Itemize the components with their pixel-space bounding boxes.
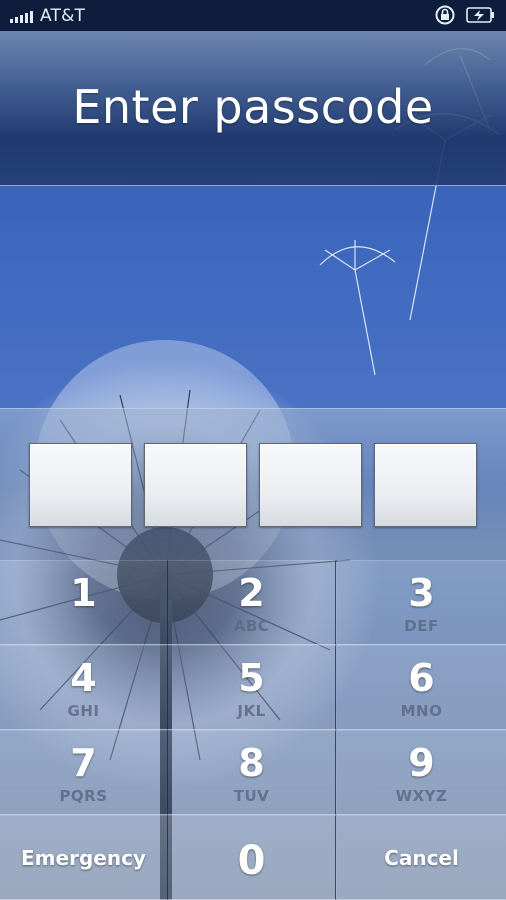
key-letters: GHI <box>67 702 100 720</box>
battery-charging-icon <box>466 6 496 28</box>
passcode-digit-4 <box>374 443 477 527</box>
emergency-button[interactable]: Emergency <box>0 815 168 900</box>
key-digit: 7 <box>70 741 97 785</box>
key-9[interactable]: 9 WXYZ <box>337 730 506 815</box>
page-title: Enter passcode <box>72 80 434 134</box>
key-digit: 8 <box>238 741 265 785</box>
key-digit: 1 <box>70 571 97 615</box>
key-8[interactable]: 8 TUV <box>168 730 336 815</box>
cancel-button[interactable]: Cancel <box>337 815 506 900</box>
key-letters: TUV <box>233 787 270 805</box>
key-digit: 3 <box>408 571 435 615</box>
key-letters: MNO <box>400 702 443 720</box>
key-digit: 6 <box>408 656 435 700</box>
key-3[interactable]: 3 DEF <box>337 560 506 645</box>
key-digit: 4 <box>70 656 97 700</box>
key-1[interactable]: 1 <box>0 560 168 645</box>
status-bar: AT&T <box>0 0 506 31</box>
key-5[interactable]: 5 JKL <box>168 645 336 730</box>
key-0[interactable]: 0 <box>168 815 336 900</box>
key-4[interactable]: 4 GHI <box>0 645 168 730</box>
key-2[interactable]: 2 ABC <box>168 560 336 645</box>
cancel-label: Cancel <box>384 846 459 870</box>
key-letters: PQRS <box>59 787 108 805</box>
key-letters: ABC <box>233 617 270 635</box>
key-digit: 9 <box>408 741 435 785</box>
key-letters: WXYZ <box>395 787 448 805</box>
key-digit: 2 <box>238 571 265 615</box>
keypad: 1 2 ABC 3 DEF 4 GHI 5 JKL 6 MNO 7 PQRS 8… <box>0 560 506 900</box>
carrier-name: AT&T <box>40 5 86 26</box>
signal-icon <box>10 9 33 23</box>
passcode-digit-3 <box>259 443 362 527</box>
passcode-digit-1 <box>29 443 132 527</box>
emergency-label: Emergency <box>21 846 146 870</box>
key-letters: JKL <box>237 702 266 720</box>
key-7[interactable]: 7 PQRS <box>0 730 168 815</box>
key-digit: 5 <box>238 656 265 700</box>
rotation-lock-icon <box>434 4 456 30</box>
key-letters: DEF <box>404 617 439 635</box>
key-6[interactable]: 6 MNO <box>337 645 506 730</box>
passcode-digit-2 <box>144 443 247 527</box>
key-digit: 0 <box>237 838 266 884</box>
